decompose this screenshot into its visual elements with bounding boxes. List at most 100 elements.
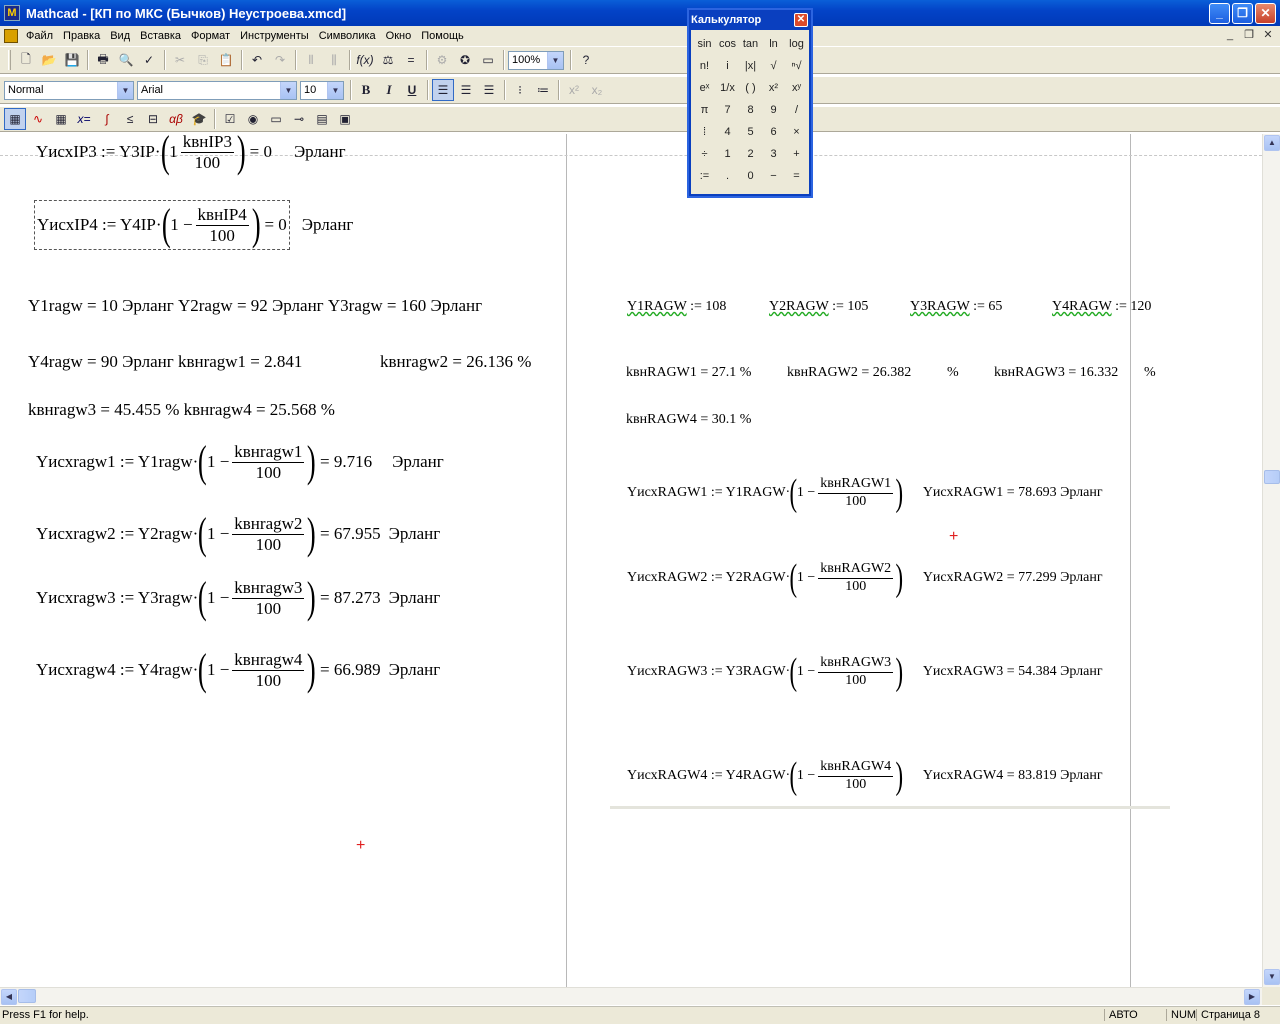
horizontal-scroll-thumb[interactable] xyxy=(18,989,36,1003)
document-icon[interactable] xyxy=(4,29,18,43)
menu-help[interactable]: Помощь xyxy=(416,30,469,42)
yiskhragw2-upper-expression[interactable]: YисхRAGW2 := Y2RAGW· ( 1 − kвнRAGW2 100 )… xyxy=(627,559,1103,597)
symbolic-toolbar-icon[interactable]: 🎓 xyxy=(188,108,210,130)
menu-tools[interactable]: Инструменты xyxy=(235,30,314,42)
calc-key[interactable]: 9 xyxy=(762,99,785,121)
align-right-icon[interactable]: ☰ xyxy=(478,79,500,101)
paste-icon[interactable]: 📋 xyxy=(215,49,237,71)
align-center-icon[interactable]: ☰ xyxy=(455,79,477,101)
mdi-close-button[interactable]: ✕ xyxy=(1260,28,1276,42)
calc-key[interactable]: ln xyxy=(762,33,785,55)
style-select[interactable]: Normal ▼ xyxy=(4,80,134,100)
yiskhip3-expression[interactable]: YисхIP3 := Y3IP· ( 1 kвнIP3 100 ) = 0 Эр… xyxy=(36,134,346,174)
close-button[interactable]: ✕ xyxy=(1255,3,1276,24)
font-select[interactable]: Arial ▼ xyxy=(137,80,297,100)
help-icon[interactable]: ? xyxy=(575,49,597,71)
redo-icon[interactable]: ↷ xyxy=(269,49,291,71)
yiskhragw2-expression[interactable]: Yисхragw2 := Y2ragw· ( 1 − kвнragw2 100 )… xyxy=(36,512,440,556)
calc-key[interactable]: tan xyxy=(739,33,762,55)
vertical-scroll-thumb[interactable] xyxy=(1264,470,1280,484)
yiskhragw4-expression[interactable]: Yисхragw4 := Y4ragw· ( 1 − kвнragw4 100 )… xyxy=(36,648,440,692)
programming-toolbar-icon[interactable]: ⊟ xyxy=(142,108,164,130)
menu-file[interactable]: Файл xyxy=(21,30,58,42)
calc-key[interactable]: sin xyxy=(693,33,716,55)
chevron-down-icon[interactable]: ▼ xyxy=(327,81,343,99)
yiskhragw1-expression[interactable]: Yисхragw1 := Y1ragw· ( 1 − kвнragw1 100 )… xyxy=(36,440,444,484)
copy-icon[interactable]: ⎘ xyxy=(192,49,214,71)
calc-key[interactable]: ⁞ xyxy=(693,121,716,143)
scroll-left-icon[interactable]: ◀ xyxy=(1,989,17,1005)
calculator-title-bar[interactable]: Калькулятор ✕ xyxy=(689,10,811,30)
print-icon[interactable]: 🖶 xyxy=(92,49,114,71)
calc-key[interactable]: 5 xyxy=(739,121,762,143)
horizontal-scrollbar[interactable]: ◀ ▶ xyxy=(0,987,1262,1005)
align-across-icon[interactable]: ⫴ xyxy=(300,49,322,71)
worksheet[interactable]: YисхIP3 := Y3IP· ( 1 kвнIP3 100 ) = 0 Эр… xyxy=(0,134,1262,987)
calculus-toolbar-icon[interactable]: ∫ xyxy=(96,108,118,130)
undo-icon[interactable]: ↶ xyxy=(246,49,268,71)
ragw-values-line1[interactable]: Y1ragw = 10 Эрланг Y2ragw = 92 Эрланг Y3… xyxy=(28,296,482,316)
menu-format[interactable]: Формат xyxy=(186,30,235,42)
menu-view[interactable]: Вид xyxy=(105,30,135,42)
align-left-icon[interactable]: ☰ xyxy=(432,79,454,101)
kvn-ragw3[interactable]: kвнRAGW3 = 16.332 xyxy=(994,365,1118,381)
calc-key[interactable]: ( ) xyxy=(739,77,762,99)
mdi-minimize-button[interactable]: _ xyxy=(1222,28,1238,42)
calc-key[interactable]: xʸ xyxy=(785,77,808,99)
push-button-control-icon[interactable]: ▭ xyxy=(265,108,287,130)
mdi-restore-button[interactable]: ❐ xyxy=(1241,28,1257,42)
ragw-values-line3[interactable]: kвнragw3 = 45.455 % kвнragw4 = 25.568 % xyxy=(28,400,335,420)
cut-icon[interactable]: ✂ xyxy=(169,49,191,71)
calc-key[interactable]: + xyxy=(785,143,808,165)
calc-key[interactable]: i xyxy=(716,55,739,77)
calc-key[interactable]: 2 xyxy=(739,143,762,165)
minimize-button[interactable]: _ xyxy=(1209,3,1230,24)
calculate-icon[interactable]: = xyxy=(400,49,422,71)
calc-key[interactable]: − xyxy=(762,165,785,187)
calculator-close-button[interactable]: ✕ xyxy=(794,13,808,27)
y4ragw-assign[interactable]: Y4RAGW := 120 xyxy=(1052,299,1151,315)
calc-key[interactable]: ⁿ√ xyxy=(785,55,808,77)
boolean-toolbar-icon[interactable]: ≤ xyxy=(119,108,141,130)
new-icon[interactable]: 🗋 xyxy=(15,49,37,71)
align-down-icon[interactable]: ⫼ xyxy=(323,49,345,71)
maximize-button[interactable]: ❐ xyxy=(1232,3,1253,24)
calc-key[interactable]: n! xyxy=(693,55,716,77)
toolbar-grip[interactable] xyxy=(8,50,11,70)
zoom-select[interactable]: 100% ▼ xyxy=(508,50,564,70)
calc-key[interactable]: 0 xyxy=(739,165,762,187)
calc-key[interactable]: 7 xyxy=(716,99,739,121)
bullet-list-icon[interactable]: ⁝ xyxy=(509,79,531,101)
calc-key[interactable]: := xyxy=(693,165,716,187)
chevron-down-icon[interactable]: ▼ xyxy=(280,81,296,99)
yiskhragw3-expression[interactable]: Yисхragw3 := Y3ragw· ( 1 − kвнragw3 100 )… xyxy=(36,576,440,620)
chevron-down-icon[interactable]: ▼ xyxy=(117,81,133,99)
calc-key[interactable]: |x| xyxy=(739,55,762,77)
vertical-scrollbar[interactable]: ▲ ▼ xyxy=(1262,134,1280,987)
menu-window[interactable]: Окно xyxy=(381,30,417,42)
resource-center-icon[interactable]: ✪ xyxy=(454,49,476,71)
calculator-palette[interactable]: Калькулятор ✕ sin cos tan ln log n! i |x… xyxy=(687,8,813,198)
radio-control-icon[interactable]: ◉ xyxy=(242,108,264,130)
calc-key[interactable]: 1 xyxy=(716,143,739,165)
spellcheck-icon[interactable]: ✓ xyxy=(138,49,160,71)
kvn-ragw2[interactable]: kвнRAGW2 = 26.382 xyxy=(787,365,911,381)
scroll-up-icon[interactable]: ▲ xyxy=(1264,135,1280,151)
calc-key[interactable]: cos xyxy=(716,33,739,55)
underline-button[interactable]: U xyxy=(401,79,423,101)
matrix-toolbar-icon[interactable]: ▦ xyxy=(50,108,72,130)
calc-key[interactable]: 3 xyxy=(762,143,785,165)
calc-key[interactable]: 8 xyxy=(739,99,762,121)
calc-key[interactable]: / xyxy=(785,99,808,121)
calc-key[interactable]: eˣ xyxy=(693,77,716,99)
evaluation-toolbar-icon[interactable]: x= xyxy=(73,108,95,130)
italic-button[interactable]: I xyxy=(378,79,400,101)
calc-key[interactable]: log xyxy=(785,33,808,55)
open-icon[interactable]: 📂 xyxy=(38,49,60,71)
save-icon[interactable]: 💾 xyxy=(61,49,83,71)
calculator-toolbar-icon[interactable]: ▦ xyxy=(4,108,26,130)
calc-key[interactable]: x² xyxy=(762,77,785,99)
listbox-control-icon[interactable]: ▣ xyxy=(334,108,356,130)
y2ragw-assign[interactable]: Y2RAGW := 105 xyxy=(769,299,868,315)
calc-key[interactable]: × xyxy=(785,121,808,143)
